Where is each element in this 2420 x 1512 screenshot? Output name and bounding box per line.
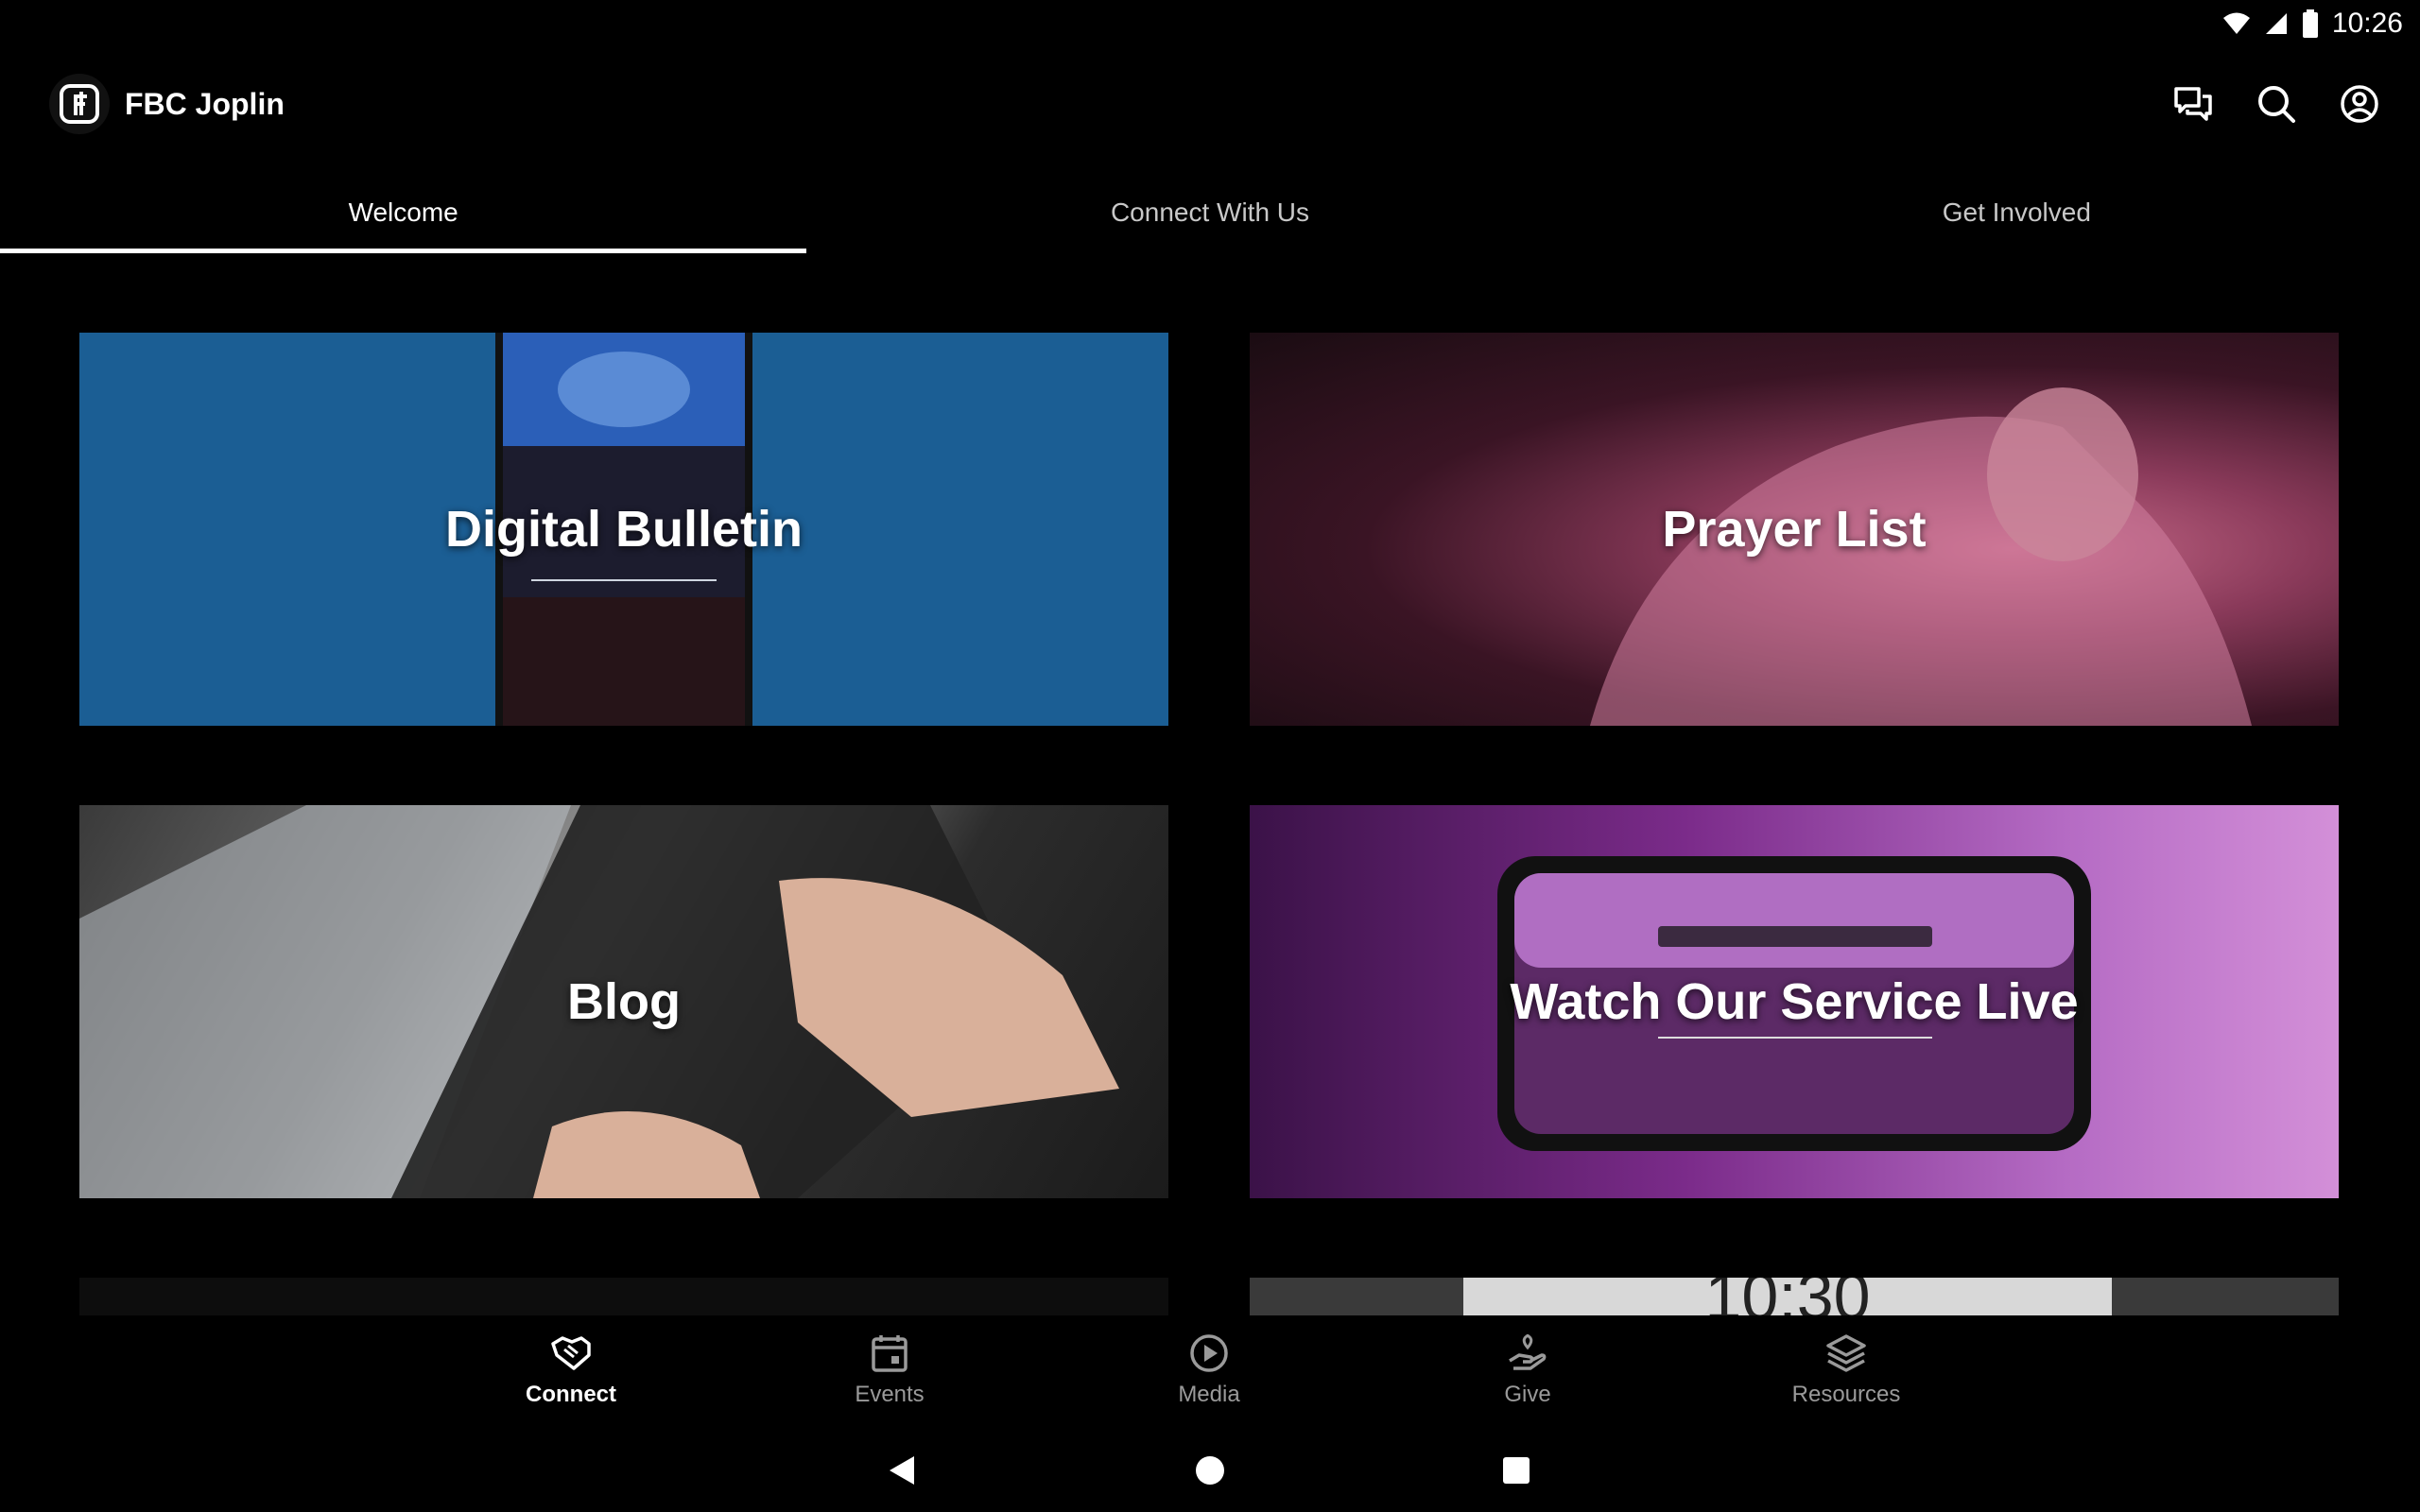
home-circle-icon bbox=[1196, 1456, 1224, 1485]
tab-get-involved[interactable]: Get Involved bbox=[1614, 172, 2420, 253]
app-logo[interactable] bbox=[49, 74, 110, 134]
calendar-icon bbox=[872, 1335, 908, 1372]
partial-card-service-time[interactable]: 10:30 bbox=[1250, 1278, 2339, 1315]
card-title: Watch Our Service Live bbox=[1510, 973, 2079, 1030]
tab-connect-with-us[interactable]: Connect With Us bbox=[806, 172, 1613, 253]
nav-media[interactable]: Media bbox=[1115, 1329, 1304, 1408]
status-icons: 10:26 bbox=[2222, 8, 2403, 40]
blog-card[interactable]: Blog bbox=[79, 805, 1168, 1198]
bottom-navigation: Connect Events Media Give Resources bbox=[0, 1315, 2420, 1429]
back-button[interactable] bbox=[881, 1450, 923, 1491]
messages-button[interactable] bbox=[2170, 81, 2216, 127]
nav-label: Resources bbox=[1791, 1382, 1901, 1407]
service-time-clock: 10:30 bbox=[1463, 1278, 2112, 1315]
nav-connect[interactable]: Connect bbox=[476, 1329, 666, 1408]
back-triangle-icon bbox=[890, 1456, 914, 1485]
nav-label: Connect bbox=[526, 1382, 616, 1407]
give-heart-hand-icon bbox=[1509, 1334, 1547, 1370]
card-title: Blog bbox=[567, 973, 681, 1030]
wifi-icon bbox=[2222, 12, 2250, 34]
content-grid: Digital Bulletin Prayer List Blog Watch … bbox=[0, 253, 2420, 1315]
nav-resources[interactable]: Resources bbox=[1752, 1329, 1941, 1408]
nav-give[interactable]: Give bbox=[1433, 1329, 1622, 1408]
account-circle-icon bbox=[2341, 85, 2378, 123]
recents-square-icon bbox=[1503, 1457, 1530, 1484]
nav-label: Media bbox=[1178, 1382, 1240, 1407]
layers-icon bbox=[1826, 1334, 1866, 1372]
search-button[interactable] bbox=[2254, 81, 2299, 127]
play-circle-icon bbox=[1190, 1334, 1228, 1372]
status-time: 10:26 bbox=[2331, 8, 2403, 39]
prayer-list-card[interactable]: Prayer List bbox=[1250, 333, 2339, 726]
card-title: Prayer List bbox=[1662, 501, 1927, 558]
handshake-icon bbox=[551, 1336, 591, 1370]
nav-label: Events bbox=[855, 1382, 925, 1407]
account-button[interactable] bbox=[2337, 81, 2382, 127]
tab-label: Connect With Us bbox=[1110, 198, 1310, 227]
system-navigation-bar bbox=[0, 1429, 2420, 1512]
recents-button[interactable] bbox=[1495, 1450, 1537, 1491]
nav-label: Give bbox=[1504, 1382, 1551, 1407]
tab-welcome[interactable]: Welcome bbox=[0, 172, 807, 253]
battery-icon bbox=[2302, 9, 2318, 38]
chat-icon bbox=[2174, 87, 2212, 121]
status-bar: 10:26 bbox=[0, 0, 2420, 49]
app-bar-actions bbox=[2170, 81, 2382, 127]
cell-signal-icon bbox=[2265, 13, 2287, 34]
tab-label: Get Involved bbox=[1942, 198, 2091, 227]
search-icon bbox=[2258, 86, 2295, 123]
digital-bulletin-card[interactable]: Digital Bulletin bbox=[79, 333, 1168, 726]
watch-service-live-card[interactable]: Watch Our Service Live bbox=[1250, 805, 2339, 1198]
church-logo-icon bbox=[60, 84, 99, 124]
nav-events[interactable]: Events bbox=[795, 1329, 984, 1408]
home-button[interactable] bbox=[1189, 1450, 1231, 1491]
card-title: Digital Bulletin bbox=[445, 501, 803, 558]
tab-label: Welcome bbox=[348, 198, 458, 227]
partial-card[interactable] bbox=[79, 1278, 1168, 1315]
top-tabs: Welcome Connect With Us Get Involved bbox=[0, 172, 2420, 253]
app-bar: FBC Joplin bbox=[0, 68, 2420, 147]
app-title: FBC Joplin bbox=[125, 87, 285, 121]
